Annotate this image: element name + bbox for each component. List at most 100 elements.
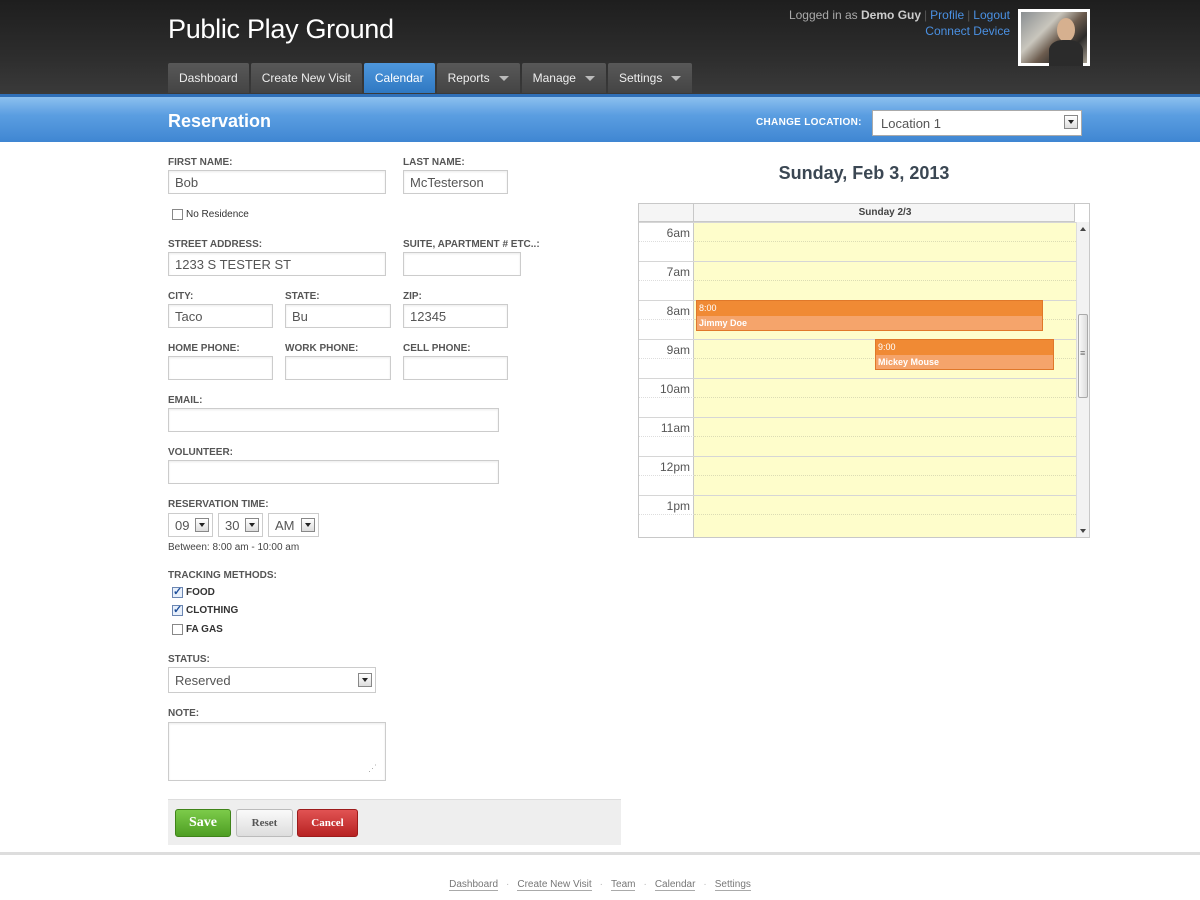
dropdown-arrow-icon[interactable]	[301, 518, 315, 532]
dropdown-arrow-icon[interactable]	[195, 518, 209, 532]
no-residence-checkbox[interactable]	[172, 209, 183, 220]
note-textarea[interactable]	[168, 722, 386, 781]
street-label: STREET ADDRESS:	[168, 239, 263, 250]
food-checkbox[interactable]	[172, 585, 183, 598]
day-header: Sunday 2/3	[858, 207, 912, 218]
first-name-input[interactable]	[168, 170, 386, 194]
chevron-down-icon	[498, 75, 509, 81]
cell-phone-label: CELL PHONE:	[403, 343, 471, 354]
reset-button[interactable]: Reset	[236, 809, 293, 837]
tab-manage[interactable]: Manage	[521, 63, 606, 93]
volunteer-label: VOLUNTEER:	[168, 447, 233, 458]
footer: Dashboard · Create New Visit · Team · Calendar…	[0, 852, 1200, 900]
suite-label: SUITE, APARTMENT # ETC..:	[403, 239, 540, 250]
home-phone-label: HOME PHONE:	[168, 343, 240, 354]
save-button[interactable]: Save	[175, 809, 231, 837]
chevron-down-icon	[671, 75, 682, 81]
calendar-title: Sunday, Feb 3, 2013	[778, 163, 950, 183]
event-time: 8:00	[697, 301, 1042, 316]
event-name: Jimmy Doe	[699, 318, 748, 328]
calendar-header: Sunday 2/3	[639, 204, 1089, 222]
app-title: Public Play Ground	[168, 14, 394, 44]
page-header-band: Reservation CHANGE LOCATION: Location 1	[0, 94, 1200, 142]
footer-link-create-new-visit[interactable]: Create New Visit	[517, 879, 592, 891]
page-title: Reservation	[168, 111, 272, 131]
footer-links: Dashboard · Create New Visit · Team · Calendar…	[449, 879, 751, 891]
logged-in-prefix: Logged in as	[788, 8, 858, 22]
status-select[interactable]: Reserved	[168, 667, 376, 693]
user-name: Demo Guy	[861, 8, 922, 22]
calendar-body: 6am 7am 8am 9am 10am 11am 12pm 1pm 8:00 …	[639, 222, 1089, 537]
logout-link[interactable]: Logout	[973, 8, 1010, 22]
footer-link-dashboard[interactable]: Dashboard	[449, 879, 499, 891]
calendar-scrollbar[interactable]	[1076, 222, 1089, 537]
suite-input[interactable]	[403, 252, 521, 276]
hour-label: 10am	[659, 382, 690, 396]
cancel-button[interactable]: Cancel	[297, 809, 358, 837]
first-name-label: FIRST NAME:	[168, 157, 233, 168]
location-select[interactable]: Location 1	[872, 110, 1082, 136]
work-phone-label: WORK PHONE:	[285, 343, 359, 354]
hour-label: 9am	[666, 343, 690, 357]
change-location-label: CHANGE LOCATION:	[756, 117, 862, 128]
dropdown-arrow-icon[interactable]	[1064, 115, 1078, 129]
reservation-time-label: RESERVATION TIME:	[168, 499, 269, 510]
hour-select[interactable]: 09	[168, 513, 213, 537]
hour-label: 7am	[666, 265, 690, 279]
tracking-methods-label: TRACKING METHODS:	[168, 570, 277, 581]
scroll-down-icon[interactable]	[1080, 529, 1086, 533]
footer-link-calendar[interactable]: Calendar	[654, 879, 696, 891]
email-input[interactable]	[168, 408, 499, 432]
state-input[interactable]	[285, 304, 391, 328]
dropdown-arrow-icon[interactable]	[358, 673, 372, 687]
event-time: 9:00	[876, 340, 1053, 355]
form-button-bar: Save Reset Cancel	[168, 799, 621, 845]
hour-row: 11am	[639, 417, 1076, 456]
food-label: FOOD	[186, 587, 215, 598]
fa-gas-label: FA GAS	[186, 624, 223, 635]
hour-row: 6am	[639, 222, 1076, 261]
calendar-event-mickey-mouse[interactable]: 9:00 Mickey Mouse	[875, 339, 1054, 370]
minute-select[interactable]: 30	[218, 513, 263, 537]
zip-label: ZIP:	[403, 291, 422, 302]
calendar-event-jimmy-doe[interactable]: 8:00 Jimmy Doe	[696, 300, 1043, 331]
hour-label: 1pm	[666, 499, 690, 513]
zip-input[interactable]	[403, 304, 508, 328]
scroll-thumb[interactable]	[1078, 314, 1088, 398]
street-input[interactable]	[168, 252, 386, 276]
tab-reports[interactable]: Reports	[436, 63, 520, 93]
fa-gas-checkbox[interactable]	[172, 624, 183, 635]
email-label: EMAIL:	[168, 395, 203, 406]
top-bar: Public Play Ground Logged in as Demo Guy…	[0, 0, 1200, 94]
home-phone-input[interactable]	[168, 356, 273, 380]
clothing-checkbox[interactable]	[172, 603, 183, 616]
hour-row: 12pm	[639, 456, 1076, 495]
resize-handle-icon[interactable]: ⋰	[368, 763, 377, 774]
profile-link[interactable]: Profile	[930, 8, 964, 22]
avatar[interactable]	[1018, 9, 1090, 66]
dropdown-arrow-icon[interactable]	[245, 518, 259, 532]
tab-calendar[interactable]: Calendar	[363, 63, 435, 93]
hour-label: 12pm	[659, 460, 690, 474]
day-calendar: Sunday 2/3 6am 7am 8am 9am 10am 11am 12p…	[638, 203, 1090, 538]
tab-dashboard[interactable]: Dashboard	[168, 63, 249, 93]
hour-label: 8am	[666, 304, 690, 318]
ampm-select[interactable]: AM	[268, 513, 319, 537]
work-phone-input[interactable]	[285, 356, 391, 380]
city-input[interactable]	[168, 304, 273, 328]
chevron-down-icon	[584, 75, 595, 81]
scroll-up-icon[interactable]	[1080, 227, 1086, 231]
hour-row: 1pm	[639, 495, 1076, 534]
clothing-label: CLOTHING	[186, 605, 239, 616]
state-label: STATE:	[285, 291, 320, 302]
event-name: Mickey Mouse	[878, 357, 940, 367]
tab-settings[interactable]: Settings	[607, 63, 693, 93]
cell-phone-input[interactable]	[403, 356, 508, 380]
last-name-input[interactable]	[403, 170, 508, 194]
footer-link-settings[interactable]: Settings	[714, 879, 751, 891]
hour-row: 10am	[639, 378, 1076, 417]
connect-device-link[interactable]: Connect Device	[925, 24, 1010, 38]
footer-link-team[interactable]: Team	[611, 879, 636, 891]
volunteer-input[interactable]	[168, 460, 499, 484]
tab-create-new-visit[interactable]: Create New Visit	[250, 63, 362, 93]
